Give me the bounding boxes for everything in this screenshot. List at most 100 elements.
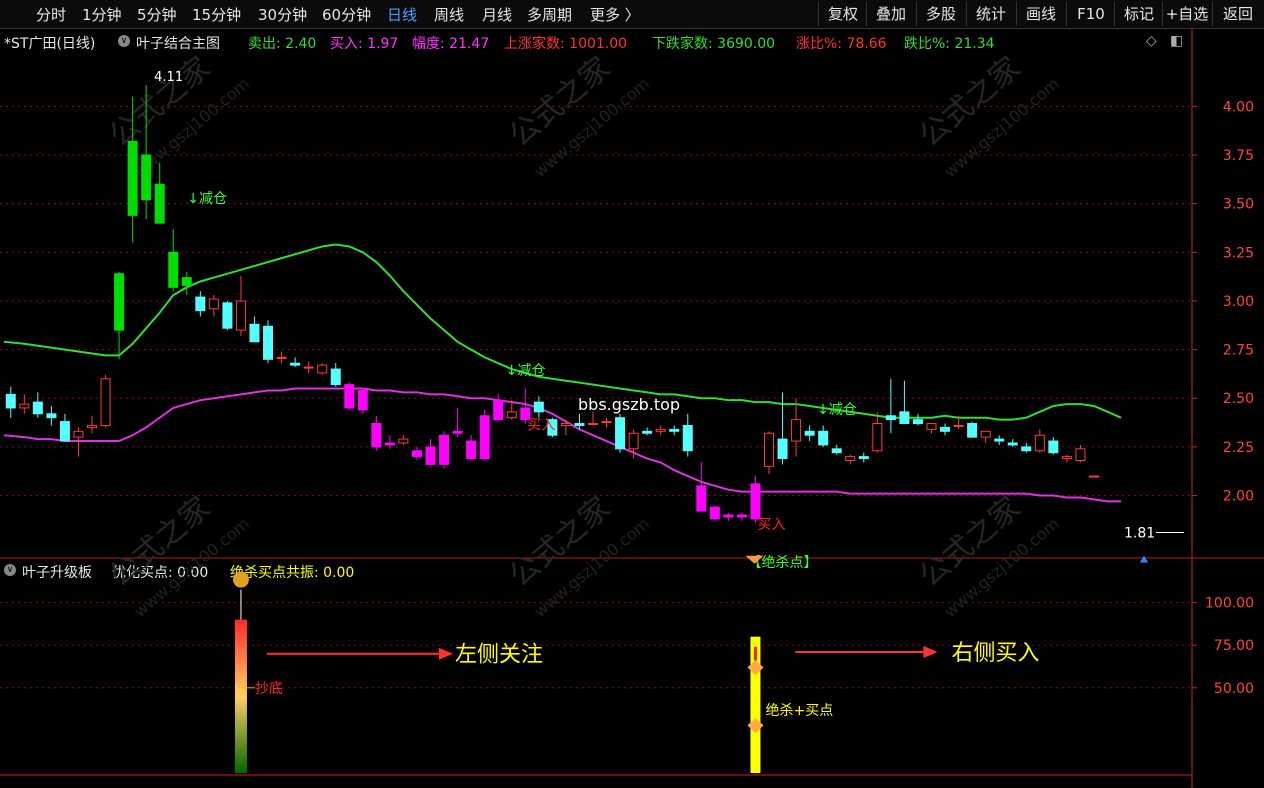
candle-body[interactable] xyxy=(791,419,802,442)
candle-body[interactable] xyxy=(303,366,314,369)
candle-body[interactable] xyxy=(398,438,409,444)
candle-body[interactable] xyxy=(59,421,70,442)
toolbar-button-0[interactable]: 复权 xyxy=(818,2,867,26)
candle-body[interactable] xyxy=(493,399,504,421)
candle-body[interactable] xyxy=(912,419,923,425)
candle-body[interactable] xyxy=(317,364,328,374)
period-7[interactable]: 周线 xyxy=(434,4,464,25)
toolbar-button-4[interactable]: 画线 xyxy=(1016,2,1065,26)
candle-body[interactable] xyxy=(330,368,341,386)
candle-body[interactable] xyxy=(1061,456,1072,460)
candle-body[interactable] xyxy=(574,423,585,426)
candle-body[interactable] xyxy=(669,428,680,432)
candle-body[interactable] xyxy=(804,430,815,436)
candle-body[interactable] xyxy=(276,356,287,359)
candle-body[interactable] xyxy=(1075,448,1086,461)
candle-body[interactable] xyxy=(208,298,219,310)
candle-body[interactable] xyxy=(154,183,165,224)
period-6[interactable]: 日线 xyxy=(387,4,417,25)
toolbar-button-7[interactable]: +自选 xyxy=(1162,2,1211,26)
candle-body[interactable] xyxy=(696,485,707,512)
candle-body[interactable] xyxy=(5,393,16,409)
toolbar-button-2[interactable]: 多股 xyxy=(916,2,965,26)
candle-body[interactable] xyxy=(249,323,260,343)
candle-body[interactable] xyxy=(32,401,43,415)
period-8[interactable]: 月线 xyxy=(482,4,512,25)
candle-body[interactable] xyxy=(479,415,490,460)
candle-body[interactable] xyxy=(601,421,612,424)
candle-body[interactable] xyxy=(872,423,883,452)
period-10[interactable]: 更多 〉 xyxy=(590,4,640,25)
candle-body[interactable] xyxy=(1007,442,1018,446)
candle-body[interactable] xyxy=(736,514,747,518)
period-0[interactable]: 分时 xyxy=(36,4,66,25)
candle-body[interactable] xyxy=(1088,475,1099,478)
period-2[interactable]: 5分钟 xyxy=(137,4,177,25)
toolbar-button-5[interactable]: F10 xyxy=(1066,2,1115,26)
candle-body[interactable] xyxy=(642,430,653,434)
candle-body[interactable] xyxy=(587,423,598,426)
candle-body[interactable] xyxy=(181,277,192,286)
candle-body[interactable] xyxy=(655,428,666,432)
candle-body[interactable] xyxy=(560,423,571,426)
toolbar-button-3[interactable]: 统计 xyxy=(966,2,1015,26)
candle-body[interactable] xyxy=(750,483,761,520)
candle-body[interactable] xyxy=(141,154,152,201)
candle-body[interactable] xyxy=(940,426,951,432)
candle-body[interactable] xyxy=(845,456,856,461)
candle-body[interactable] xyxy=(764,432,775,467)
period-5[interactable]: 60分钟 xyxy=(322,4,371,25)
candle-body[interactable] xyxy=(290,362,301,366)
candle-body[interactable] xyxy=(926,423,937,430)
candle-body[interactable] xyxy=(452,430,463,434)
candle-body[interactable] xyxy=(682,424,693,452)
candle-body[interactable] xyxy=(885,415,896,421)
candle-body[interactable] xyxy=(980,430,991,438)
candle-body[interactable] xyxy=(263,325,274,360)
candle-body[interactable] xyxy=(967,423,978,438)
candle-body[interactable] xyxy=(777,438,788,460)
candle-body[interactable] xyxy=(87,424,98,428)
candle-body[interactable] xyxy=(384,442,395,446)
candle-body[interactable] xyxy=(411,450,422,458)
candle-body[interactable] xyxy=(73,430,84,438)
candle-body[interactable] xyxy=(628,432,639,450)
candle-body[interactable] xyxy=(114,273,125,331)
candle-body[interactable] xyxy=(709,506,720,520)
period-3[interactable]: 15分钟 xyxy=(192,4,241,25)
candle-body[interactable] xyxy=(195,296,206,312)
candle-body[interactable] xyxy=(1048,440,1059,454)
bottom-signal-bar[interactable] xyxy=(234,619,247,773)
candle-body[interactable] xyxy=(953,424,964,427)
toolbar-button-8[interactable]: 返回 xyxy=(1212,2,1263,26)
candle-body[interactable] xyxy=(439,434,450,465)
toolbar-button-1[interactable]: 叠加 xyxy=(866,2,915,26)
candle-body[interactable] xyxy=(371,423,382,448)
toolbar-button-6[interactable]: 标记 xyxy=(1114,2,1163,26)
candle-body[interactable] xyxy=(100,378,111,426)
candle-body[interactable] xyxy=(168,251,179,288)
candle-body[interactable] xyxy=(831,448,842,454)
candle-body[interactable] xyxy=(344,384,355,409)
candle-body[interactable] xyxy=(506,411,517,419)
candle-body[interactable] xyxy=(425,446,436,465)
candle-body[interactable] xyxy=(1034,434,1045,452)
period-1[interactable]: 1分钟 xyxy=(82,4,122,25)
candle-body[interactable] xyxy=(19,403,30,409)
candle-body[interactable] xyxy=(222,302,233,329)
candle-body[interactable] xyxy=(127,140,138,216)
candle-body[interactable] xyxy=(1021,446,1032,452)
candle-body[interactable] xyxy=(994,438,1005,442)
period-9[interactable]: 多周期 xyxy=(527,4,572,25)
candle-body[interactable] xyxy=(46,413,57,419)
candle-body[interactable] xyxy=(858,456,869,460)
candle-body[interactable] xyxy=(466,440,477,460)
candle-body[interactable] xyxy=(818,430,829,446)
candle-body[interactable] xyxy=(899,411,910,425)
period-4[interactable]: 30分钟 xyxy=(258,4,307,25)
kline-chart[interactable]: 4.00 3.75 3.50 3.25 3.00 2.75 2.50 2.25 2.00 100.… xyxy=(0,28,1264,788)
candle-body[interactable] xyxy=(533,401,544,413)
candle-body[interactable] xyxy=(723,514,734,518)
candle-body[interactable] xyxy=(357,389,368,411)
candle-body[interactable] xyxy=(615,417,626,450)
